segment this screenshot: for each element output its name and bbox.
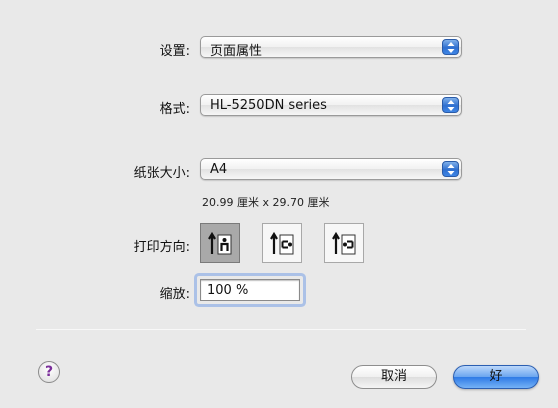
settings-popup[interactable]: 页面属性 — [200, 36, 462, 59]
orientation-landscape-right-button[interactable] — [324, 223, 364, 263]
format-stepper-icon — [442, 97, 459, 113]
settings-label: 设置: — [159, 44, 190, 59]
separator — [36, 329, 526, 330]
orientation-label: 打印方向: — [133, 240, 190, 255]
portrait-icon — [208, 231, 232, 255]
cancel-button[interactable]: 取消 — [351, 365, 437, 389]
format-label: 格式: — [159, 102, 190, 117]
paper-size-stepper-icon — [442, 161, 459, 177]
orientation-portrait-button[interactable] — [200, 223, 240, 263]
landscape-left-icon — [270, 231, 294, 255]
paper-size-popup[interactable]: A4 — [200, 158, 462, 180]
scale-label: 缩放: — [159, 287, 190, 302]
settings-value: 页面属性 — [210, 44, 263, 59]
paper-size-label: 纸张大小: — [133, 166, 190, 181]
settings-stepper-icon — [442, 39, 459, 55]
paper-dimensions: 20.99 厘米 x 29.70 厘米 — [202, 196, 330, 209]
landscape-right-icon — [332, 231, 356, 255]
format-popup[interactable]: HL-5250DN series — [200, 94, 462, 116]
ok-button[interactable]: 好 — [453, 365, 539, 389]
orientation-landscape-left-button[interactable] — [262, 223, 302, 263]
scale-input[interactable] — [201, 280, 299, 300]
scale-field[interactable] — [200, 279, 300, 301]
page-setup-dialog: 设置: 页面属性 格式: HL-5250DN series 纸张大小: A4 2… — [0, 0, 558, 408]
format-value: HL-5250DN series — [210, 98, 327, 113]
paper-size-value: A4 — [210, 162, 228, 177]
help-button[interactable]: ? — [38, 361, 60, 383]
